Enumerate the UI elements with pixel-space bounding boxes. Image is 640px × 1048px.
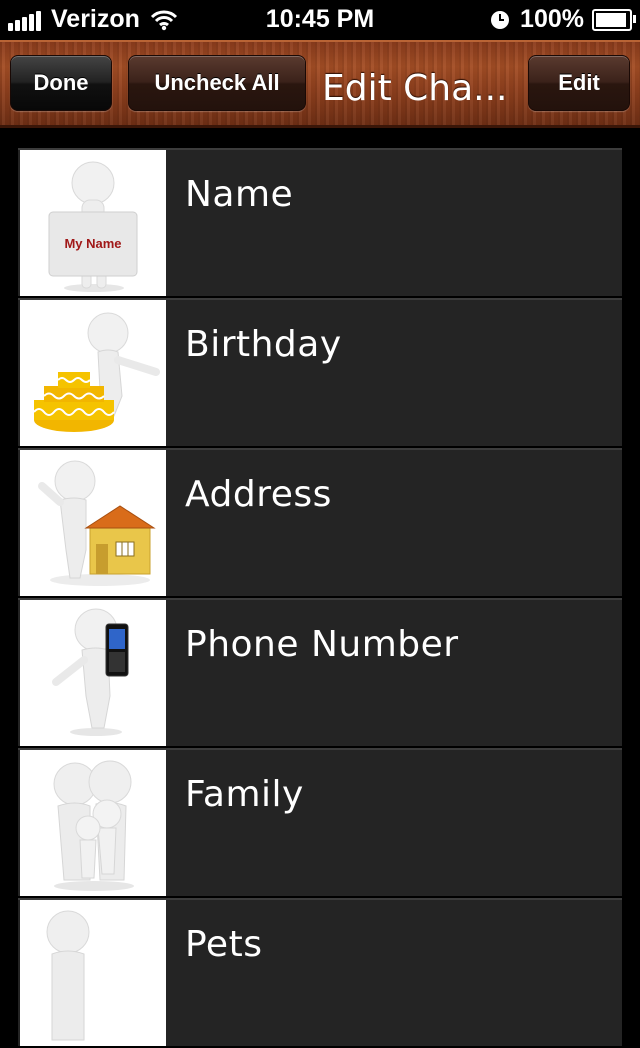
uncheck-all-button[interactable]: Uncheck All [128,55,306,111]
category-list: My Name Name Birthday Address Phone Numb… [18,148,622,1048]
house-figure-icon [20,450,166,596]
sign-text: My Name [64,236,121,251]
pets-figure-icon [20,900,166,1046]
status-right: 100% [490,5,636,34]
list-item-label: Name [185,174,294,215]
list-item-birthday[interactable]: Birthday [18,298,622,446]
name-sign-figure-icon: My Name [20,150,166,296]
page-title: Edit Cha... [322,68,508,109]
birthday-cake-figure-icon [20,300,166,446]
battery-fill [596,12,626,27]
list-item-label: Address [185,474,332,515]
list-item-label: Birthday [185,324,342,365]
list-item-family[interactable]: Family [18,748,622,896]
list-item-pets[interactable]: Pets [18,898,622,1046]
clock-icon [490,10,510,30]
done-button[interactable]: Done [10,55,112,111]
list-item-phone-number[interactable]: Phone Number [18,598,622,746]
list-item-address[interactable]: Address [18,448,622,596]
status-bar: Verizon 10:45 PM 100% [0,0,640,40]
list-item-label: Pets [185,924,263,965]
phone-figure-icon [20,600,166,746]
navigation-bar: Done Uncheck All Edit Cha... Edit [0,40,640,128]
battery-icon [592,8,636,31]
list-item-label: Family [185,774,304,815]
battery-percent: 100% [520,5,584,33]
list-item-label: Phone Number [185,624,459,665]
edit-button[interactable]: Edit [528,55,630,111]
list-item-name[interactable]: My Name Name [18,148,622,296]
family-figure-icon [20,750,166,896]
